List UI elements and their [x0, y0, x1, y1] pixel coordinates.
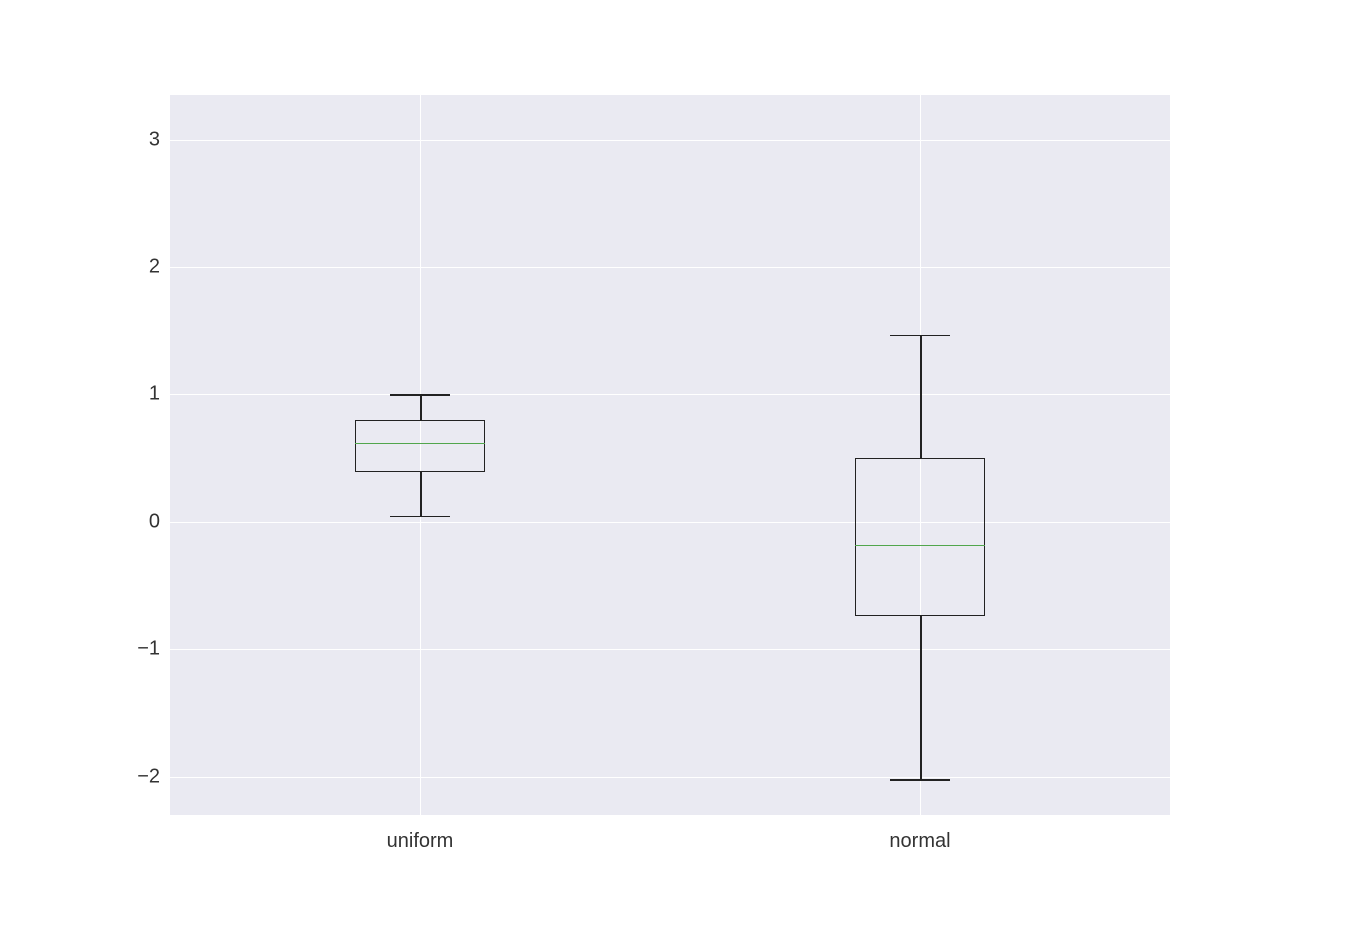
- cap-lower-normal: [890, 779, 950, 781]
- whisker-lower-normal: [920, 616, 922, 779]
- y-tick-label: 2: [100, 256, 160, 279]
- whisker-upper-uniform: [420, 394, 422, 419]
- cap-lower-uniform: [390, 516, 450, 518]
- cap-upper-uniform: [390, 394, 450, 396]
- median-normal: [855, 545, 985, 547]
- gridline-h: [170, 777, 1170, 778]
- gridline-h: [170, 394, 1170, 395]
- x-tick-label: uniform: [387, 830, 454, 853]
- plot-area: [170, 95, 1170, 815]
- box-uniform: [355, 420, 485, 472]
- gridline-h: [170, 267, 1170, 268]
- boxplot-chart: −2−10123uniformnormal: [170, 95, 1170, 815]
- y-tick-label: 3: [100, 128, 160, 151]
- y-tick-label: −2: [100, 765, 160, 788]
- gridline-h: [170, 649, 1170, 650]
- whisker-lower-uniform: [420, 472, 422, 515]
- cap-upper-normal: [890, 335, 950, 337]
- gridline-h: [170, 140, 1170, 141]
- x-tick-label: normal: [889, 830, 950, 853]
- median-uniform: [355, 443, 485, 445]
- gridline-h: [170, 522, 1170, 523]
- y-tick-label: 1: [100, 383, 160, 406]
- whisker-upper-normal: [920, 335, 922, 459]
- y-tick-label: −1: [100, 638, 160, 661]
- y-tick-label: 0: [100, 510, 160, 533]
- box-normal: [855, 458, 985, 616]
